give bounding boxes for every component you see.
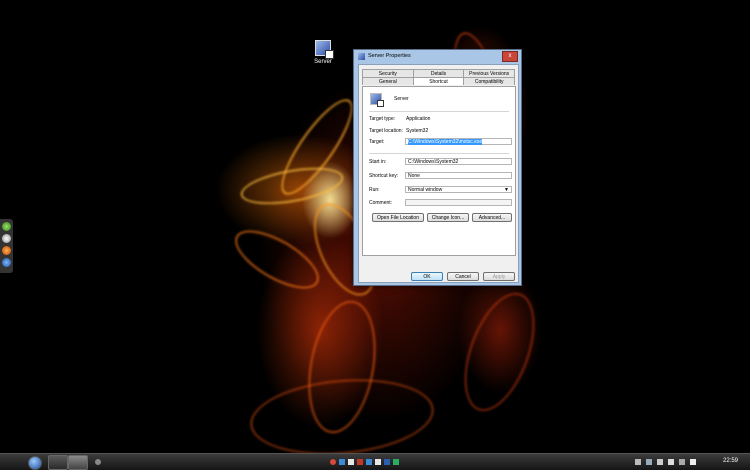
shortcut-key-input[interactable]: None: [405, 172, 512, 179]
gadget-bar: [0, 219, 13, 273]
start-in-label: Start in:: [369, 159, 387, 165]
tab-shortcut[interactable]: Shortcut: [412, 77, 465, 85]
quick-launch-icon[interactable]: [95, 459, 101, 465]
divider: [369, 111, 509, 112]
comment-label: Comment:: [369, 200, 393, 206]
remote-desktop-icon: [358, 53, 365, 60]
shortcut-name: Server: [394, 96, 409, 102]
tab-row-1: Security Details Previous Versions: [362, 69, 516, 77]
start-button[interactable]: [28, 456, 42, 470]
desktop-shortcut-label: Server: [314, 59, 332, 65]
tray-app-icon[interactable]: [668, 459, 674, 465]
gadget-icon[interactable]: [2, 222, 11, 231]
target-input-value: C:\Windows\System32\mstsc.exe: [408, 139, 483, 145]
tray-app-icon[interactable]: [679, 459, 685, 465]
gadget-icon[interactable]: [2, 246, 11, 255]
taskbar-button-explorer[interactable]: [48, 455, 68, 470]
volume-icon[interactable]: [690, 459, 696, 465]
run-select[interactable]: Normal window ▼: [405, 186, 512, 193]
tab-general[interactable]: General: [362, 77, 414, 85]
taskbar-app-icon[interactable]: [330, 459, 336, 465]
bluetooth-icon[interactable]: [646, 459, 652, 465]
taskbar-app-icon[interactable]: [393, 459, 399, 465]
divider: [369, 153, 509, 154]
close-icon: x: [508, 53, 512, 59]
taskbar-app-icon[interactable]: [366, 459, 372, 465]
tab-previous-versions[interactable]: Previous Versions: [463, 69, 516, 77]
target-type-label: Target type:: [369, 116, 396, 122]
target-location-value: System32: [406, 128, 429, 134]
taskbar-app-icon[interactable]: [384, 459, 390, 465]
advanced-button[interactable]: Advanced...: [472, 213, 512, 222]
network-icon[interactable]: [657, 459, 663, 465]
start-in-input[interactable]: C:\Windows\System32: [405, 158, 512, 165]
wallpaper-flame: [226, 219, 328, 300]
properties-dialog: Server Properties x Security Details Pre…: [353, 49, 522, 286]
dialog-title: Server Properties: [368, 53, 411, 59]
tab-security[interactable]: Security: [362, 69, 414, 77]
close-button[interactable]: x: [502, 51, 518, 62]
desktop-shortcut-server[interactable]: Server: [311, 40, 335, 65]
tab-compatibility[interactable]: Compatibility: [463, 77, 516, 85]
shortcut-key-label: Shortcut key:: [369, 173, 399, 179]
taskbar-button-active[interactable]: [68, 455, 88, 470]
remote-desktop-icon: [370, 93, 384, 107]
target-input[interactable]: C:\Windows\System32\mstsc.exe: [405, 138, 512, 145]
taskbar: 22:59: [0, 453, 750, 470]
target-label: Target:: [369, 139, 385, 145]
remote-desktop-icon: [315, 40, 334, 59]
apply-button[interactable]: Apply: [483, 272, 515, 281]
dialog-titlebar[interactable]: Server Properties x: [354, 50, 521, 63]
open-file-location-button[interactable]: Open File Location: [372, 213, 424, 222]
desktop-wallpaper: Server Server Properties x Security Deta…: [0, 0, 750, 453]
target-location-label: Target location:: [369, 128, 403, 134]
taskbar-app-icon[interactable]: [375, 459, 381, 465]
run-select-value: Normal window: [408, 187, 443, 193]
target-type-value: Application: [406, 116, 431, 122]
shortcut-tab-page: Server Target type: Application Target l…: [362, 86, 516, 256]
tab-details[interactable]: Details: [412, 69, 465, 77]
action-center-icon[interactable]: [635, 459, 641, 465]
taskbar-app-icon[interactable]: [357, 459, 363, 465]
comment-input[interactable]: [405, 199, 512, 206]
play-icon[interactable]: [2, 258, 11, 267]
chevron-down-icon: ▼: [504, 187, 509, 193]
tab-row-2: General Shortcut Compatibility: [362, 77, 516, 85]
gadget-icon[interactable]: [2, 234, 11, 243]
taskbar-app-icon[interactable]: [348, 459, 354, 465]
dialog-body: Security Details Previous Versions Gener…: [358, 64, 519, 283]
wallpaper-flame: [247, 372, 437, 453]
clock[interactable]: 22:59: [723, 458, 738, 464]
wallpaper-flame: [450, 283, 549, 421]
taskbar-app-icon[interactable]: [339, 459, 345, 465]
run-label: Run:: [369, 187, 380, 193]
cancel-button[interactable]: Cancel: [447, 272, 479, 281]
change-icon-button[interactable]: Change Icon...: [427, 213, 469, 222]
ok-button[interactable]: OK: [411, 272, 443, 281]
